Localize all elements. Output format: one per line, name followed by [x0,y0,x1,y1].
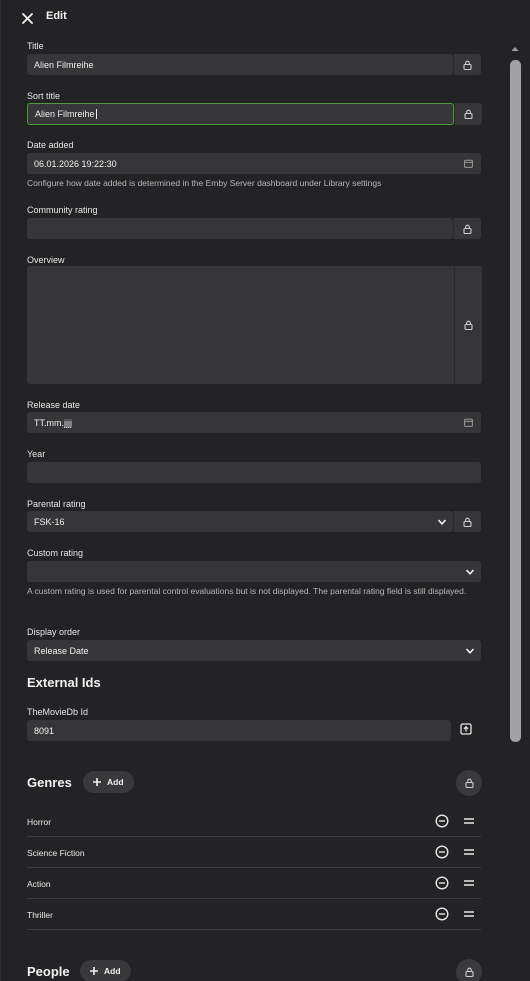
tmdb-open-button[interactable] [459,722,473,736]
external-ids-title: External Ids [27,675,101,690]
date-added-input[interactable]: 06.01.2026 19:22:30 [27,153,481,174]
text-cursor [95,109,97,119]
display-order-value: Release Date [34,645,89,656]
genre-name: Science Fiction [27,848,85,858]
add-genre-button[interactable]: Add [83,771,134,793]
sort-title-label: Sort title [27,91,61,101]
custom-rating-select[interactable] [27,561,481,582]
display-order-label: Display order [27,627,81,637]
lock-icon [464,320,473,330]
chevron-down-icon [437,519,447,525]
lock-icon [463,517,472,527]
drag-handle-icon[interactable] [463,846,475,858]
overview-textarea[interactable] [27,266,454,384]
parental-rating-lock-button[interactable] [453,511,481,532]
overview-lock-button[interactable] [454,266,482,384]
date-added-label: Date added [27,140,74,150]
lock-icon [464,967,474,977]
release-date-label: Release date [27,400,81,410]
scroll-up-arrow-icon[interactable] [510,44,520,54]
minus-circle-icon[interactable] [435,845,449,859]
title-input[interactable]: Alien Filmreihe [27,54,453,75]
overview-label: Overview [27,255,65,265]
custom-rating-hint: A custom rating is used for parental con… [27,586,467,596]
genre-row: Action [27,868,481,899]
minus-circle-icon[interactable] [435,814,449,828]
sort-title-lock-button[interactable] [454,103,482,125]
close-button[interactable] [18,9,36,27]
add-genre-label: Add [107,777,124,787]
open-external-icon [460,723,472,735]
minus-circle-icon[interactable] [435,907,449,921]
genre-row: Thriller [27,899,481,930]
date-added-hint: Configure how date added is determined i… [27,178,382,188]
add-person-label: Add [104,966,121,976]
drag-handle-icon[interactable] [463,908,475,920]
community-rating-lock-button[interactable] [453,218,481,239]
parental-rating-select[interactable]: FSK-16 [27,511,453,532]
lock-icon [463,224,472,234]
release-date-value: TT.mm.jjjj [34,417,72,428]
people-title: People [27,964,70,979]
release-date-input[interactable]: TT.mm.jjjj [27,412,481,433]
add-person-button[interactable]: Add [80,960,131,981]
scrollbar-thumb[interactable] [510,60,521,742]
lock-icon [463,60,472,70]
title-label: Title [27,41,44,51]
plus-icon [93,778,101,786]
tmdb-id-label: TheMovieDb Id [27,707,89,717]
custom-rating-label: Custom rating [27,548,84,558]
plus-icon [90,967,98,975]
date-added-value: 06.01.2026 19:22:30 [34,158,117,169]
page-title: Edit [46,10,67,22]
genre-name: Thriller [27,910,53,920]
minus-circle-icon[interactable] [435,876,449,890]
drag-handle-icon[interactable] [463,815,475,827]
community-rating-label: Community rating [27,205,98,215]
tmdb-id-input[interactable]: 8091 [27,720,451,741]
lock-icon [464,109,473,119]
genres-lock-button[interactable] [456,770,482,796]
genre-row: Horror [27,806,481,837]
people-lock-button[interactable] [456,959,482,981]
chevron-down-icon [465,648,475,654]
chevron-down-icon [465,569,475,575]
genres-title: Genres [27,775,72,790]
sort-title-input[interactable]: Alien Filmreihe [27,103,454,125]
community-rating-input[interactable] [27,218,453,239]
genre-name: Horror [27,817,52,827]
calendar-icon[interactable] [464,418,473,427]
genre-row: Science Fiction [27,837,481,868]
sort-title-value: Alien Filmreihe [35,109,95,119]
genre-name: Action [27,879,51,889]
year-label: Year [27,449,46,459]
drag-handle-icon[interactable] [463,877,475,889]
title-lock-button[interactable] [453,54,481,75]
year-input[interactable] [27,462,481,483]
parental-rating-label: Parental rating [27,499,86,509]
edit-panel: Edit Title Alien Filmreihe Sort title Al… [0,0,530,981]
lock-icon [464,778,474,788]
parental-rating-value: FSK-16 [34,516,65,527]
close-icon [21,12,33,24]
header: Edit [1,0,530,34]
calendar-icon[interactable] [464,159,473,168]
display-order-select[interactable]: Release Date [27,640,481,661]
